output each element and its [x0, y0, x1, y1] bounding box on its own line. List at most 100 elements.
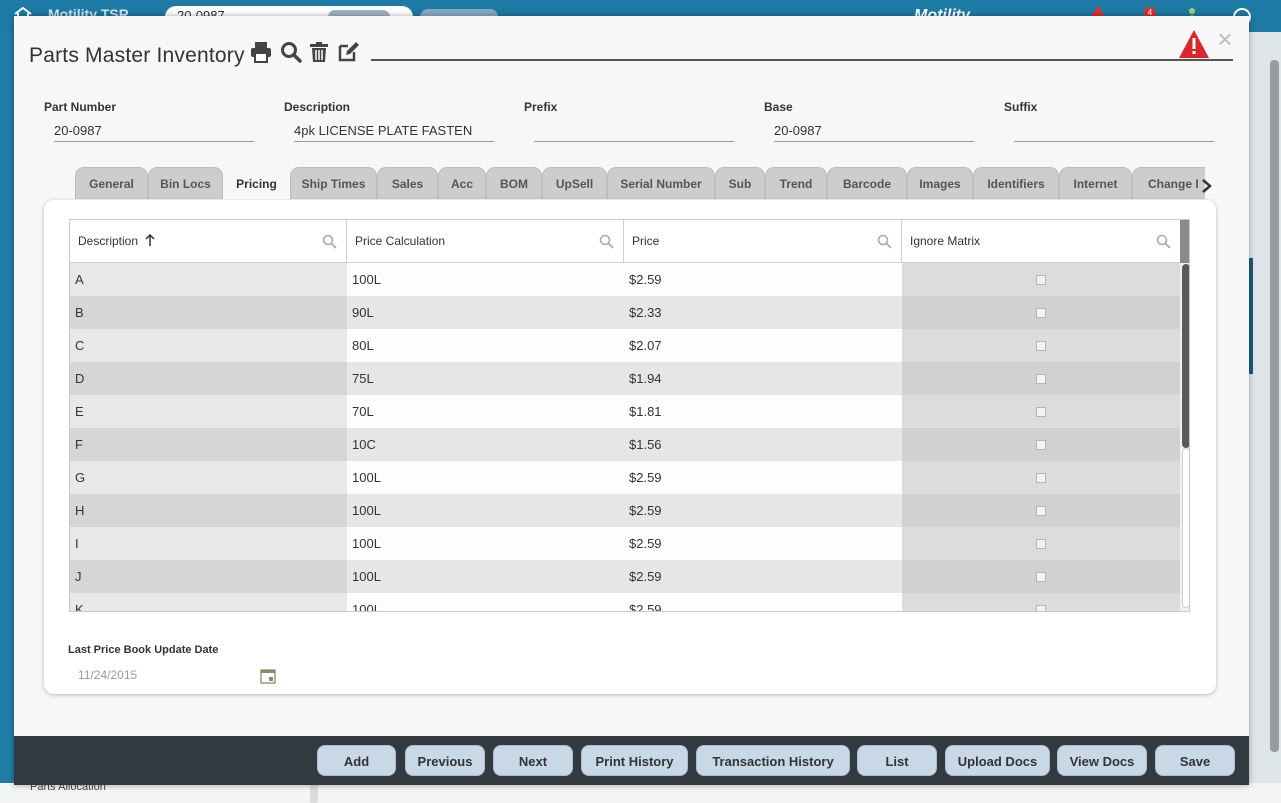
cell-description: B: [70, 296, 347, 329]
ignore-matrix-checkbox[interactable]: [1036, 539, 1046, 549]
warning-icon[interactable]: [1178, 29, 1210, 59]
search-icon[interactable]: [280, 41, 302, 63]
ignore-matrix-checkbox[interactable]: [1036, 308, 1046, 318]
table-row[interactable]: G 100L $2.59: [70, 461, 1180, 494]
cell-description: C: [70, 329, 347, 362]
cell-price: $2.59: [624, 527, 902, 560]
base-input[interactable]: 20-0987: [774, 120, 974, 142]
ignore-matrix-checkbox[interactable]: [1036, 341, 1046, 351]
table-row[interactable]: B 90L $2.33: [70, 296, 1180, 329]
list-button[interactable]: List: [857, 745, 937, 776]
page-title: Parts Master Inventory: [29, 44, 245, 67]
ignore-matrix-checkbox[interactable]: [1036, 407, 1046, 417]
next-button[interactable]: Next: [493, 745, 573, 776]
cell-ignore-matrix: [902, 593, 1180, 611]
column-label: Description: [78, 234, 139, 248]
base-field: Base 20-0987: [764, 100, 974, 142]
grid-scrollbar-thumb[interactable]: [1182, 264, 1189, 448]
part-number-input[interactable]: 20-0987: [54, 120, 254, 142]
tab-sales[interactable]: Sales: [377, 167, 438, 199]
tab-acc[interactable]: Acc: [438, 167, 486, 199]
ignore-matrix-checkbox[interactable]: [1036, 605, 1046, 611]
table-row[interactable]: D 75L $1.94: [70, 362, 1180, 395]
last-price-book-label: Last Price Book Update Date: [68, 644, 219, 656]
table-row[interactable]: I 100L $2.59: [70, 527, 1180, 560]
cell-price-calculation: 100L: [347, 527, 624, 560]
tab-upsell[interactable]: UpSell: [542, 167, 607, 199]
save-button[interactable]: Save: [1155, 745, 1235, 776]
cell-ignore-matrix: [902, 494, 1180, 527]
tab-change-log[interactable]: Change I: [1132, 167, 1205, 199]
chevron-right-icon[interactable]: [1200, 178, 1214, 194]
tab-images[interactable]: Images: [907, 167, 973, 199]
ignore-matrix-checkbox[interactable]: [1036, 440, 1046, 450]
edit-icon[interactable]: [337, 41, 359, 63]
column-header-ignore-matrix[interactable]: Ignore Matrix: [902, 220, 1180, 263]
column-header-price[interactable]: Price: [624, 220, 902, 263]
prefix-input[interactable]: [534, 120, 734, 142]
table-row[interactable]: C 80L $2.07: [70, 329, 1180, 362]
cell-price: $2.59: [624, 263, 902, 296]
print-icon[interactable]: [250, 41, 272, 63]
tab-bin-locs[interactable]: Bin Locs: [148, 167, 223, 199]
grid-scrollbar-lower[interactable]: [1182, 448, 1189, 608]
last-price-book-input[interactable]: 11/24/2015: [78, 666, 278, 688]
transaction-history-button[interactable]: Transaction History: [696, 745, 850, 776]
background-scrollbar[interactable]: [310, 783, 318, 803]
column-search-icon[interactable]: [1156, 234, 1171, 249]
column-header-price-calculation[interactable]: Price Calculation: [347, 220, 624, 263]
tab-bom[interactable]: BOM: [486, 167, 542, 199]
cell-price-calculation: 10C: [347, 428, 624, 461]
column-search-icon[interactable]: [599, 234, 614, 249]
ignore-matrix-checkbox[interactable]: [1036, 506, 1046, 516]
cell-price: $2.59: [624, 560, 902, 593]
tab-barcode[interactable]: Barcode: [827, 167, 907, 199]
column-label: Price: [632, 234, 660, 248]
cell-description: G: [70, 461, 347, 494]
cell-price-calculation: 100L: [347, 494, 624, 527]
tab-general[interactable]: General: [75, 167, 148, 199]
upload-docs-button[interactable]: Upload Docs: [945, 745, 1050, 776]
table-row[interactable]: H 100L $2.59: [70, 494, 1180, 527]
tab-ship-times[interactable]: Ship Times: [290, 167, 377, 199]
ignore-matrix-checkbox[interactable]: [1036, 374, 1046, 384]
pricing-grid: Description Price Calculation Price Igno…: [69, 219, 1190, 612]
suffix-field: Suffix: [1004, 100, 1214, 142]
tab-sub[interactable]: Sub: [715, 167, 765, 199]
trash-icon[interactable]: [308, 41, 330, 63]
calendar-icon[interactable]: [260, 668, 276, 684]
table-row[interactable]: J 100L $2.59: [70, 560, 1180, 593]
ignore-matrix-checkbox[interactable]: [1036, 275, 1046, 285]
cell-price: $2.33: [624, 296, 902, 329]
column-search-icon[interactable]: [322, 234, 337, 249]
column-search-icon[interactable]: [877, 234, 892, 249]
cell-price: $1.94: [624, 362, 902, 395]
table-row[interactable]: E 70L $1.81: [70, 395, 1180, 428]
table-row[interactable]: K 100L $2.59: [70, 593, 1180, 611]
add-button[interactable]: Add: [317, 745, 396, 776]
description-input[interactable]: 4pk LICENSE PLATE FASTEN: [294, 120, 494, 142]
cell-price: $1.81: [624, 395, 902, 428]
tab-serial-number[interactable]: Serial Number: [607, 167, 715, 199]
tab-identifiers[interactable]: Identifiers: [973, 167, 1059, 199]
previous-button[interactable]: Previous: [405, 745, 485, 776]
table-row[interactable]: A 100L $2.59: [70, 263, 1180, 296]
ignore-matrix-checkbox[interactable]: [1036, 473, 1046, 483]
tab-pricing[interactable]: Pricing: [223, 167, 290, 199]
sort-ascending-icon[interactable]: [145, 234, 155, 246]
column-label: Ignore Matrix: [910, 234, 981, 248]
table-row[interactable]: F 10C $1.56: [70, 428, 1180, 461]
suffix-input[interactable]: [1014, 120, 1214, 142]
page-scrollbar[interactable]: [1270, 60, 1279, 752]
close-button[interactable]: ×: [1215, 26, 1235, 52]
print-history-button[interactable]: Print History: [581, 745, 688, 776]
cell-price-calculation: 100L: [347, 263, 624, 296]
column-header-description[interactable]: Description: [70, 220, 347, 263]
tab-trend[interactable]: Trend: [765, 167, 827, 199]
cell-price: $2.59: [624, 593, 902, 611]
view-docs-button[interactable]: View Docs: [1057, 745, 1147, 776]
parts-master-modal: Parts Master Inventory × Part Number 20-…: [14, 16, 1249, 785]
tab-internet[interactable]: Internet: [1059, 167, 1132, 199]
background-accent: [1249, 258, 1253, 374]
ignore-matrix-checkbox[interactable]: [1036, 572, 1046, 582]
